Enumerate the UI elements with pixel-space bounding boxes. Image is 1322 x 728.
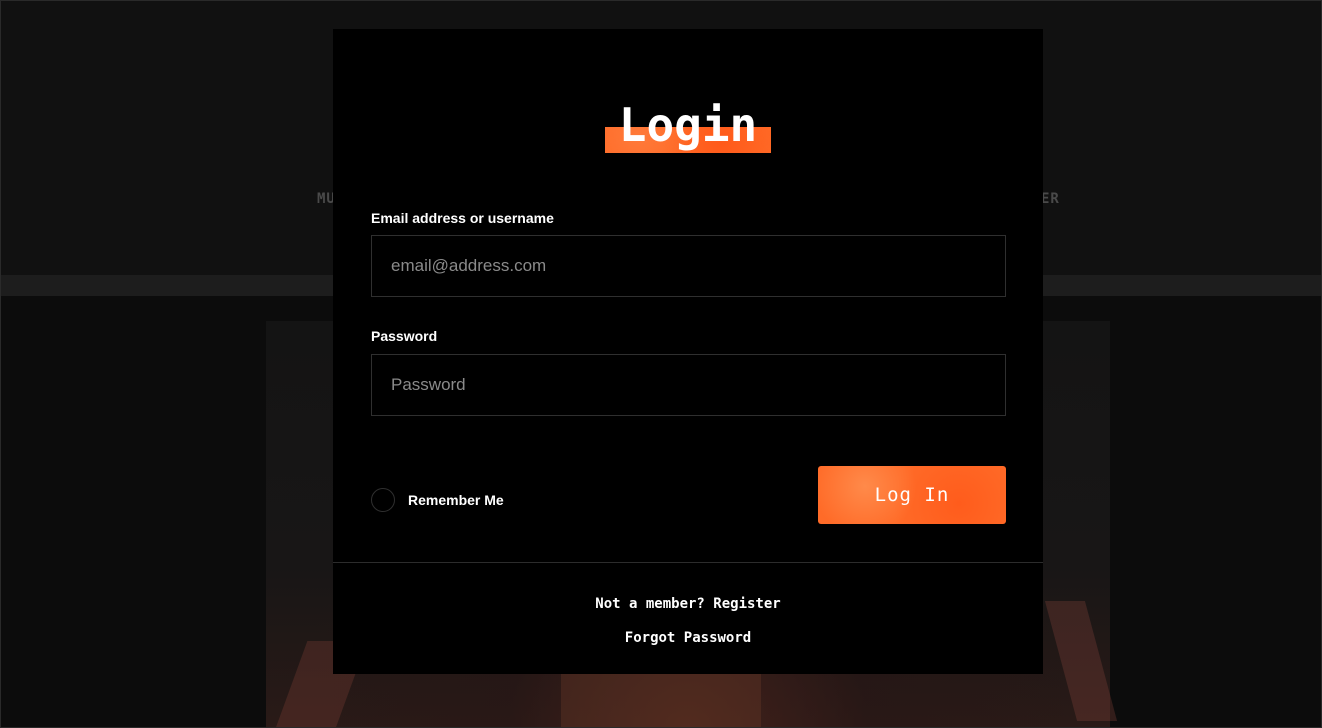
- remember-me-toggle[interactable]: Remember Me: [371, 488, 504, 512]
- background-hero-shard: [561, 673, 761, 727]
- remember-me-radio[interactable]: [371, 488, 395, 512]
- modal-divider: [333, 562, 1043, 563]
- email-input[interactable]: [371, 235, 1006, 297]
- modal-header: Login: [333, 98, 1043, 153]
- forgot-password-link[interactable]: Forgot Password: [333, 630, 1043, 646]
- remember-me-label: Remember Me: [408, 492, 504, 508]
- password-input[interactable]: [371, 354, 1006, 416]
- password-label: Password: [371, 328, 438, 344]
- register-link[interactable]: Not a member? Register: [333, 596, 1043, 612]
- modal-title: Login: [604, 98, 772, 153]
- modal-title-text: Login: [618, 98, 758, 152]
- login-button[interactable]: Log In: [818, 466, 1006, 524]
- background-nav-item-right: ER: [1041, 191, 1060, 207]
- page-viewport: MU ER Login Email address or username Pa…: [0, 0, 1322, 728]
- email-label: Email address or username: [371, 210, 554, 226]
- login-modal: Login Email address or username Password…: [333, 29, 1043, 674]
